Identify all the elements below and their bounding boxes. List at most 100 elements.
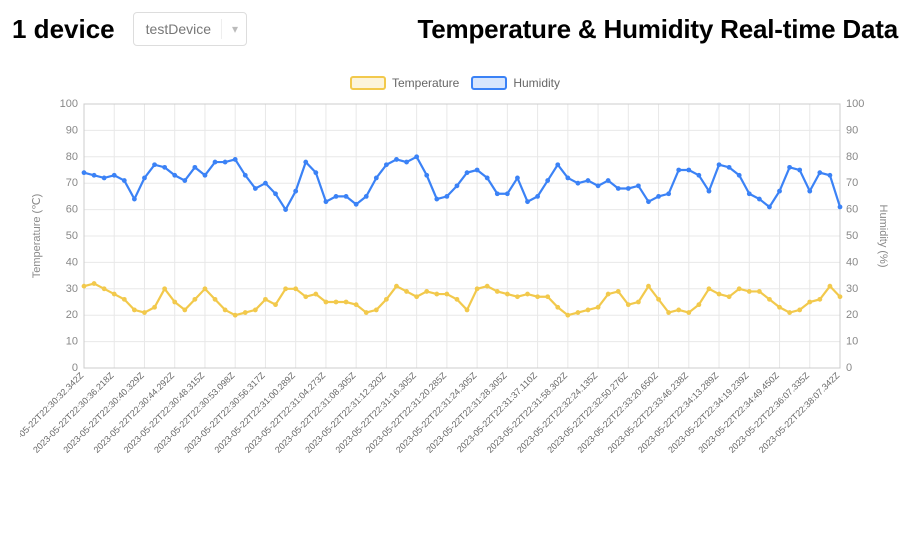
- y-axis-left-title: Temperature (℃): [31, 194, 43, 279]
- data-point: [767, 297, 772, 302]
- device-select[interactable]: testDevice ▾: [133, 12, 247, 46]
- data-point: [707, 189, 712, 194]
- data-point: [374, 308, 379, 313]
- data-point: [686, 168, 691, 173]
- data-point: [757, 289, 762, 294]
- y-tick-left: 80: [66, 151, 78, 163]
- data-point: [82, 284, 87, 289]
- y-tick-left: 60: [66, 204, 78, 216]
- data-point: [596, 305, 601, 310]
- data-point: [636, 183, 641, 188]
- data-point: [777, 189, 782, 194]
- data-point: [686, 310, 691, 315]
- data-point: [203, 173, 208, 178]
- data-point: [172, 300, 177, 305]
- data-point: [817, 170, 822, 175]
- data-point: [555, 162, 560, 167]
- data-point: [545, 294, 550, 299]
- data-point: [152, 162, 157, 167]
- data-point: [485, 284, 490, 289]
- series-temp: [84, 284, 840, 316]
- data-point: [515, 294, 520, 299]
- data-point: [192, 297, 197, 302]
- data-point: [838, 205, 843, 210]
- y-tick-left: 10: [66, 336, 78, 348]
- data-point: [192, 165, 197, 170]
- data-point: [142, 176, 147, 181]
- data-point: [384, 297, 389, 302]
- data-point: [223, 160, 228, 165]
- data-point: [475, 168, 480, 173]
- y-tick-right: 70: [846, 177, 858, 189]
- data-point: [394, 284, 399, 289]
- data-point: [162, 286, 167, 291]
- data-point: [92, 281, 97, 286]
- data-point: [626, 186, 631, 191]
- data-point: [455, 297, 460, 302]
- data-point: [586, 308, 591, 313]
- data-point: [767, 205, 772, 210]
- data-point: [727, 165, 732, 170]
- data-point: [485, 176, 490, 181]
- data-point: [555, 305, 560, 310]
- data-point: [807, 300, 812, 305]
- data-point: [646, 284, 651, 289]
- data-point: [414, 154, 419, 159]
- data-point: [102, 176, 107, 181]
- legend-label-humidity: Humidity: [513, 76, 560, 90]
- y-tick-left: 50: [66, 230, 78, 242]
- data-point: [525, 292, 530, 297]
- data-point: [424, 289, 429, 294]
- data-point: [122, 297, 127, 302]
- data-point: [606, 178, 611, 183]
- data-point: [576, 310, 581, 315]
- page-title: Temperature & Humidity Real-time Data: [265, 14, 898, 45]
- data-point: [152, 305, 157, 310]
- data-point: [283, 207, 288, 212]
- data-point: [324, 300, 329, 305]
- data-point: [565, 176, 570, 181]
- data-point: [475, 286, 480, 291]
- data-point: [404, 289, 409, 294]
- data-point: [444, 292, 449, 297]
- data-point: [576, 181, 581, 186]
- data-point: [313, 170, 318, 175]
- chart-container: Temperature Humidity 0010102020303040405…: [12, 76, 898, 518]
- y-tick-left: 90: [66, 124, 78, 136]
- legend-item-temperature[interactable]: Temperature: [350, 76, 459, 90]
- device-select-value: testDevice: [146, 21, 211, 37]
- data-point: [243, 173, 248, 178]
- data-point: [334, 194, 339, 199]
- data-point: [414, 294, 419, 299]
- data-point: [747, 191, 752, 196]
- y-tick-right: 30: [846, 283, 858, 295]
- data-point: [797, 168, 802, 173]
- data-point: [676, 308, 681, 313]
- y-tick-right: 20: [846, 309, 858, 321]
- data-point: [656, 297, 661, 302]
- y-tick-right: 0: [846, 362, 852, 374]
- data-point: [606, 292, 611, 297]
- data-point: [696, 173, 701, 178]
- data-point: [112, 292, 117, 297]
- chevron-down-icon: ▾: [232, 22, 238, 36]
- data-point: [646, 199, 651, 204]
- legend-item-humidity[interactable]: Humidity: [471, 76, 560, 90]
- data-point: [394, 157, 399, 162]
- data-point: [354, 202, 359, 207]
- y-tick-right: 80: [846, 151, 858, 163]
- data-point: [444, 194, 449, 199]
- data-point: [535, 294, 540, 299]
- y-tick-right: 50: [846, 230, 858, 242]
- legend-swatch-humidity: [471, 76, 507, 90]
- legend-label-temperature: Temperature: [392, 76, 459, 90]
- data-point: [707, 286, 712, 291]
- data-point: [303, 294, 308, 299]
- data-point: [787, 165, 792, 170]
- y-tick-left: 40: [66, 256, 78, 268]
- data-point: [384, 162, 389, 167]
- data-point: [676, 168, 681, 173]
- data-point: [82, 170, 87, 175]
- data-point: [495, 191, 500, 196]
- data-point: [162, 165, 167, 170]
